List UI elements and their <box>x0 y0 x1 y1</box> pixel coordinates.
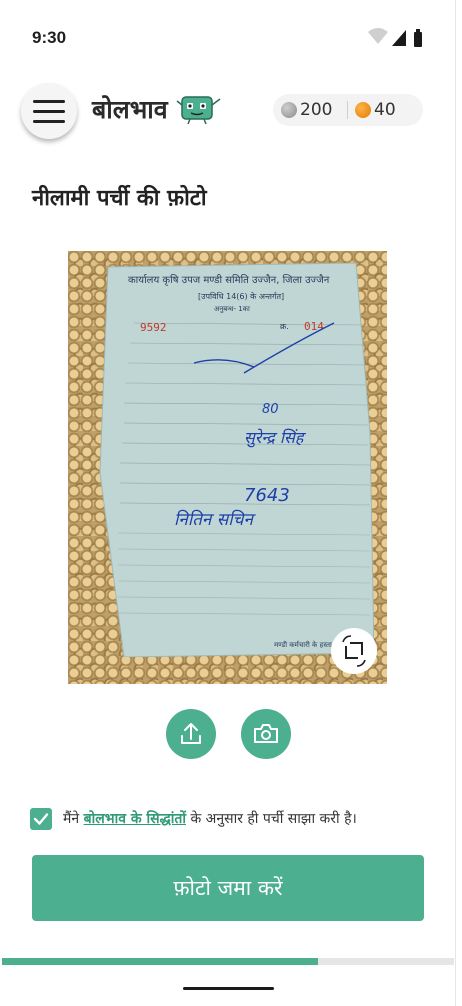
hamburger-menu-icon <box>33 100 65 103</box>
crop-rotate-button[interactable] <box>331 628 377 674</box>
submit-photo-button[interactable]: फ़ोटो जमा करें <box>32 855 424 921</box>
slip-receipt-number: 9592 <box>140 321 167 334</box>
consent-suffix: के अनुसार ही पर्ची साझा करी है। <box>190 811 357 827</box>
camera-button[interactable] <box>241 709 291 759</box>
mascot-logo-icon <box>176 96 221 125</box>
coin-balance[interactable]: 200 40 <box>273 94 423 126</box>
slip-handwritten-amount: 7643 <box>244 485 290 506</box>
app-header: बोलभाव 200 40 <box>0 80 462 144</box>
camera-icon <box>254 724 278 743</box>
menu-icon-line <box>33 120 65 123</box>
home-indicator[interactable] <box>183 987 274 990</box>
consent-row: मैंने बोलभाव के सिद्धांतों के अनुसार ही … <box>30 806 430 834</box>
silver-coin-icon <box>281 102 297 118</box>
slip-footer: मण्डी कर्मचारी के हस्ताक्षर <box>274 640 340 649</box>
upload-button[interactable] <box>166 709 216 759</box>
crop-rotate-icon <box>342 635 366 667</box>
slip-anubandh: अनुबन्ध- 1का <box>214 305 250 313</box>
status-time: 9:30 <box>32 28 67 47</box>
slip-serial-label: क्र. <box>280 322 289 331</box>
gold-coin-count: 40 <box>374 100 396 120</box>
slip-subheading: [उपविधि 14(6) के अन्तर्गत] <box>198 291 284 301</box>
slip-heading: कार्यालय कृषि उपज मण्डी समिति उज्जैन, जि… <box>128 274 330 286</box>
slip-serial-number: 014 <box>304 320 324 333</box>
app-title: बोलभाव <box>92 95 168 124</box>
consent-prefix: मैंने <box>63 811 80 827</box>
consent-text: मैंने बोलभाव के सिद्धांतों के अनुसार ही … <box>63 809 357 828</box>
screen-edge-divider <box>455 0 456 1006</box>
battery-icon <box>414 29 422 47</box>
slip-handwritten-quantity: 80 <box>262 402 279 417</box>
silver-coin-count: 200 <box>300 100 333 120</box>
status-bar: 9:30 <box>0 0 462 72</box>
hamburger-menu-button[interactable] <box>21 83 77 139</box>
upload-icon <box>181 723 201 744</box>
progress-bar <box>2 958 454 965</box>
coin-divider <box>347 101 348 119</box>
status-icons <box>368 28 422 47</box>
signal-icon <box>392 30 406 46</box>
menu-icon-line <box>33 110 65 113</box>
page-title: नीलामी पर्ची की फ़ोटो <box>32 186 207 211</box>
auction-slip-photo: कार्यालय कृषि उपज मण्डी समिति उज्जैन, जि… <box>68 251 387 684</box>
consent-checkbox[interactable] <box>30 808 52 830</box>
slip-handwritten-name: सुरेन्द्र सिंह <box>244 428 307 448</box>
slip-handwritten-trader: नितिन सचिन <box>174 509 256 530</box>
principles-link[interactable]: बोलभाव के सिद्धांतों <box>84 811 186 827</box>
auction-slip-paper: कार्यालय कृषि उपज मण्डी समिति उज्जैन, जि… <box>99 263 374 657</box>
wifi-icon <box>368 28 388 44</box>
checkmark-icon <box>33 813 49 825</box>
gold-coin-icon <box>355 102 371 118</box>
progress-fill <box>2 958 319 965</box>
